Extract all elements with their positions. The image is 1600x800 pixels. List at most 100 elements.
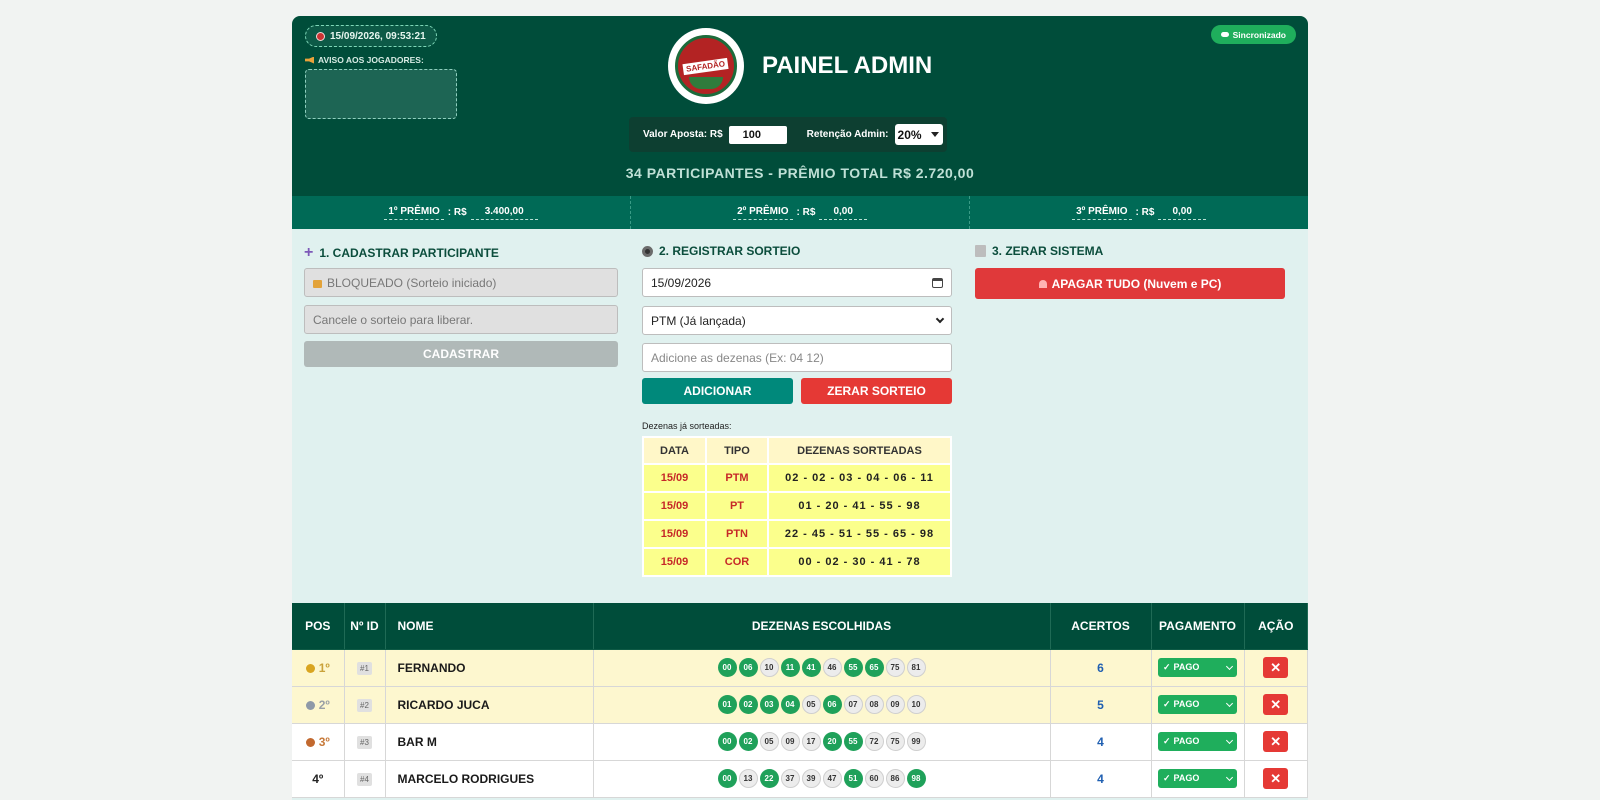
column-header: TIPO — [705, 436, 769, 465]
draw-date-input[interactable]: 15/09/2026 — [642, 268, 952, 297]
participant-name: MARCELO RODRIGUES — [385, 760, 594, 798]
prize-currency: : R$ — [796, 207, 816, 218]
check-icon: ✓ — [1163, 662, 1171, 672]
prize-2: 2º PRÊMIO : R$ 0,00 — [631, 196, 970, 229]
column-header: DEZENAS SORTEADAS — [767, 436, 952, 465]
number-ball: 46 — [822, 658, 842, 677]
payment-cell: ✓ PAGO — [1151, 686, 1245, 724]
draw-numbers-input[interactable]: Adicione as dezenas (Ex: 04 12) — [642, 343, 952, 372]
number-ball: 06 — [738, 658, 758, 677]
delete-participant-button[interactable]: ✕ — [1263, 657, 1289, 678]
position-text: 3º — [318, 734, 330, 749]
delete-all-button[interactable]: APAGAR TUDO (Nuvem e PC) — [975, 268, 1285, 299]
notice-input[interactable] — [305, 69, 457, 119]
brand-logo: SAFADÃO — [668, 28, 744, 104]
payment-select[interactable]: ✓ PAGO — [1158, 769, 1237, 788]
number-ball: 75 — [885, 732, 905, 751]
number-ball: 39 — [801, 769, 821, 788]
draw-date: 15/09 — [642, 519, 707, 549]
draw-type: PTM — [705, 463, 769, 493]
payment-select[interactable]: ✓ PAGO — [1158, 658, 1237, 677]
prize-value[interactable]: 3.400,00 — [470, 206, 538, 220]
add-numbers-button[interactable]: ADICIONAR — [642, 378, 793, 404]
participant-name-input[interactable]: BLOQUEADO (Sorteio iniciado) — [304, 268, 618, 297]
chevron-down-icon — [1225, 736, 1234, 744]
payment-status: PAGO — [1173, 773, 1200, 783]
calendar-icon[interactable] — [932, 278, 943, 288]
check-icon: ✓ — [1163, 736, 1171, 746]
chosen-numbers-cell: 00 13 22 37 39 47 51 60 86 98 — [593, 760, 1051, 798]
position-text: 1º — [318, 660, 330, 675]
payment-select[interactable]: ✓ PAGO — [1158, 732, 1237, 751]
page-title: PAINEL ADMIN — [762, 52, 933, 79]
number-ball: 03 — [759, 695, 779, 714]
position-text: 4º — [312, 771, 324, 786]
hits-count: 4 — [1050, 723, 1152, 761]
bet-config: Valor Aposta: R$ 100 Retenção Admin: 20% — [629, 117, 947, 152]
action-cell: ✕ — [1244, 723, 1308, 761]
number-ball: 11 — [780, 658, 800, 677]
number-ball: 37 — [780, 769, 800, 788]
chevron-down-icon — [1225, 662, 1234, 670]
megaphone-icon — [305, 56, 314, 64]
delete-participant-button[interactable]: ✕ — [1263, 731, 1289, 752]
sync-status-text: Sincronizado — [1232, 29, 1286, 40]
number-ball: 81 — [906, 658, 926, 677]
prize-value[interactable]: 0,00 — [1158, 206, 1206, 220]
table-row: 15/09 PT 01 - 20 - 41 - 55 - 98 — [642, 491, 952, 521]
number-ball: 09 — [780, 732, 800, 751]
column-header: POS — [292, 603, 345, 650]
table-header-row: POS Nº ID NOME DEZENAS ESCOLHIDAS ACERTO… — [292, 603, 1308, 650]
draw-type-value: PTM (Já lançada) — [651, 313, 746, 328]
number-balls: 01 02 03 04 05 06 07 08 09 10 — [594, 695, 1050, 714]
payment-status: PAGO — [1173, 662, 1200, 672]
bet-label: Valor Aposta: R$ — [643, 129, 723, 140]
medal-icon — [305, 663, 315, 673]
number-ball: 00 — [717, 732, 737, 751]
number-ball: 10 — [906, 695, 926, 714]
column-header: AÇÃO — [1244, 603, 1308, 650]
register-button[interactable]: CADASTRAR — [304, 341, 618, 367]
action-cell: ✕ — [1244, 686, 1308, 724]
position-text: 2º — [318, 697, 330, 712]
id-cell: #4 — [344, 760, 386, 798]
siren-icon — [1038, 279, 1047, 288]
hits-count: 5 — [1050, 686, 1152, 724]
draw-date-value: 15/09/2026 — [651, 275, 712, 290]
drawn-numbers-table: DATA TIPO DEZENAS SORTEADAS 15/09 PTM 02… — [642, 436, 952, 577]
chevron-down-icon — [930, 132, 939, 137]
prizes-bar: 1º PRÊMIO : R$ 3.400,00 2º PRÊMIO : R$ 0… — [292, 196, 1308, 229]
draw-numbers: 01 - 20 - 41 - 55 - 98 — [767, 491, 952, 521]
prize-currency: : R$ — [447, 207, 467, 218]
participant-numbers-input[interactable]: Cancele o sorteio para liberar. — [304, 305, 618, 334]
number-ball: 13 — [738, 769, 758, 788]
position-cell: 3º — [292, 723, 345, 761]
delete-participant-button[interactable]: ✕ — [1263, 768, 1289, 789]
notice-label-text: AVISO AOS JOGADORES: — [318, 55, 424, 65]
plus-icon: + — [304, 244, 314, 261]
draw-type: COR — [705, 547, 769, 577]
draw-date: 15/09 — [642, 547, 707, 577]
number-ball: 01 — [717, 695, 737, 714]
retention-select[interactable]: 20% — [894, 124, 943, 145]
participants-table: POS Nº ID NOME DEZENAS ESCOLHIDAS ACERTO… — [292, 603, 1308, 798]
retention-label: Retenção Admin: — [806, 129, 889, 140]
number-ball: 86 — [885, 769, 905, 788]
prize-label: 2º PRÊMIO — [733, 206, 793, 220]
chevron-down-icon — [935, 314, 945, 324]
delete-participant-button[interactable]: ✕ — [1263, 694, 1289, 715]
id-cell: #1 — [344, 649, 386, 687]
reset-draw-button[interactable]: ZERAR SORTEIO — [801, 378, 952, 404]
table-row: 2º #2 RICARDO JUCA 01 02 03 04 05 06 07 08 09 10 … — [292, 686, 1308, 724]
column-header: NOME — [385, 603, 594, 650]
bet-value-input[interactable]: 100 — [728, 125, 787, 144]
prize-value[interactable]: 0,00 — [819, 206, 867, 220]
number-balls: 00 02 05 09 17 20 55 72 75 99 — [594, 732, 1050, 751]
id-badge: #1 — [357, 662, 372, 675]
draw-type-select[interactable]: PTM (Já lançada) — [642, 306, 952, 335]
id-cell: #2 — [344, 686, 386, 724]
clock-icon — [316, 31, 325, 41]
number-ball: 10 — [759, 658, 779, 677]
payment-select[interactable]: ✓ PAGO — [1158, 695, 1237, 714]
payment-cell: ✓ PAGO — [1151, 723, 1245, 761]
